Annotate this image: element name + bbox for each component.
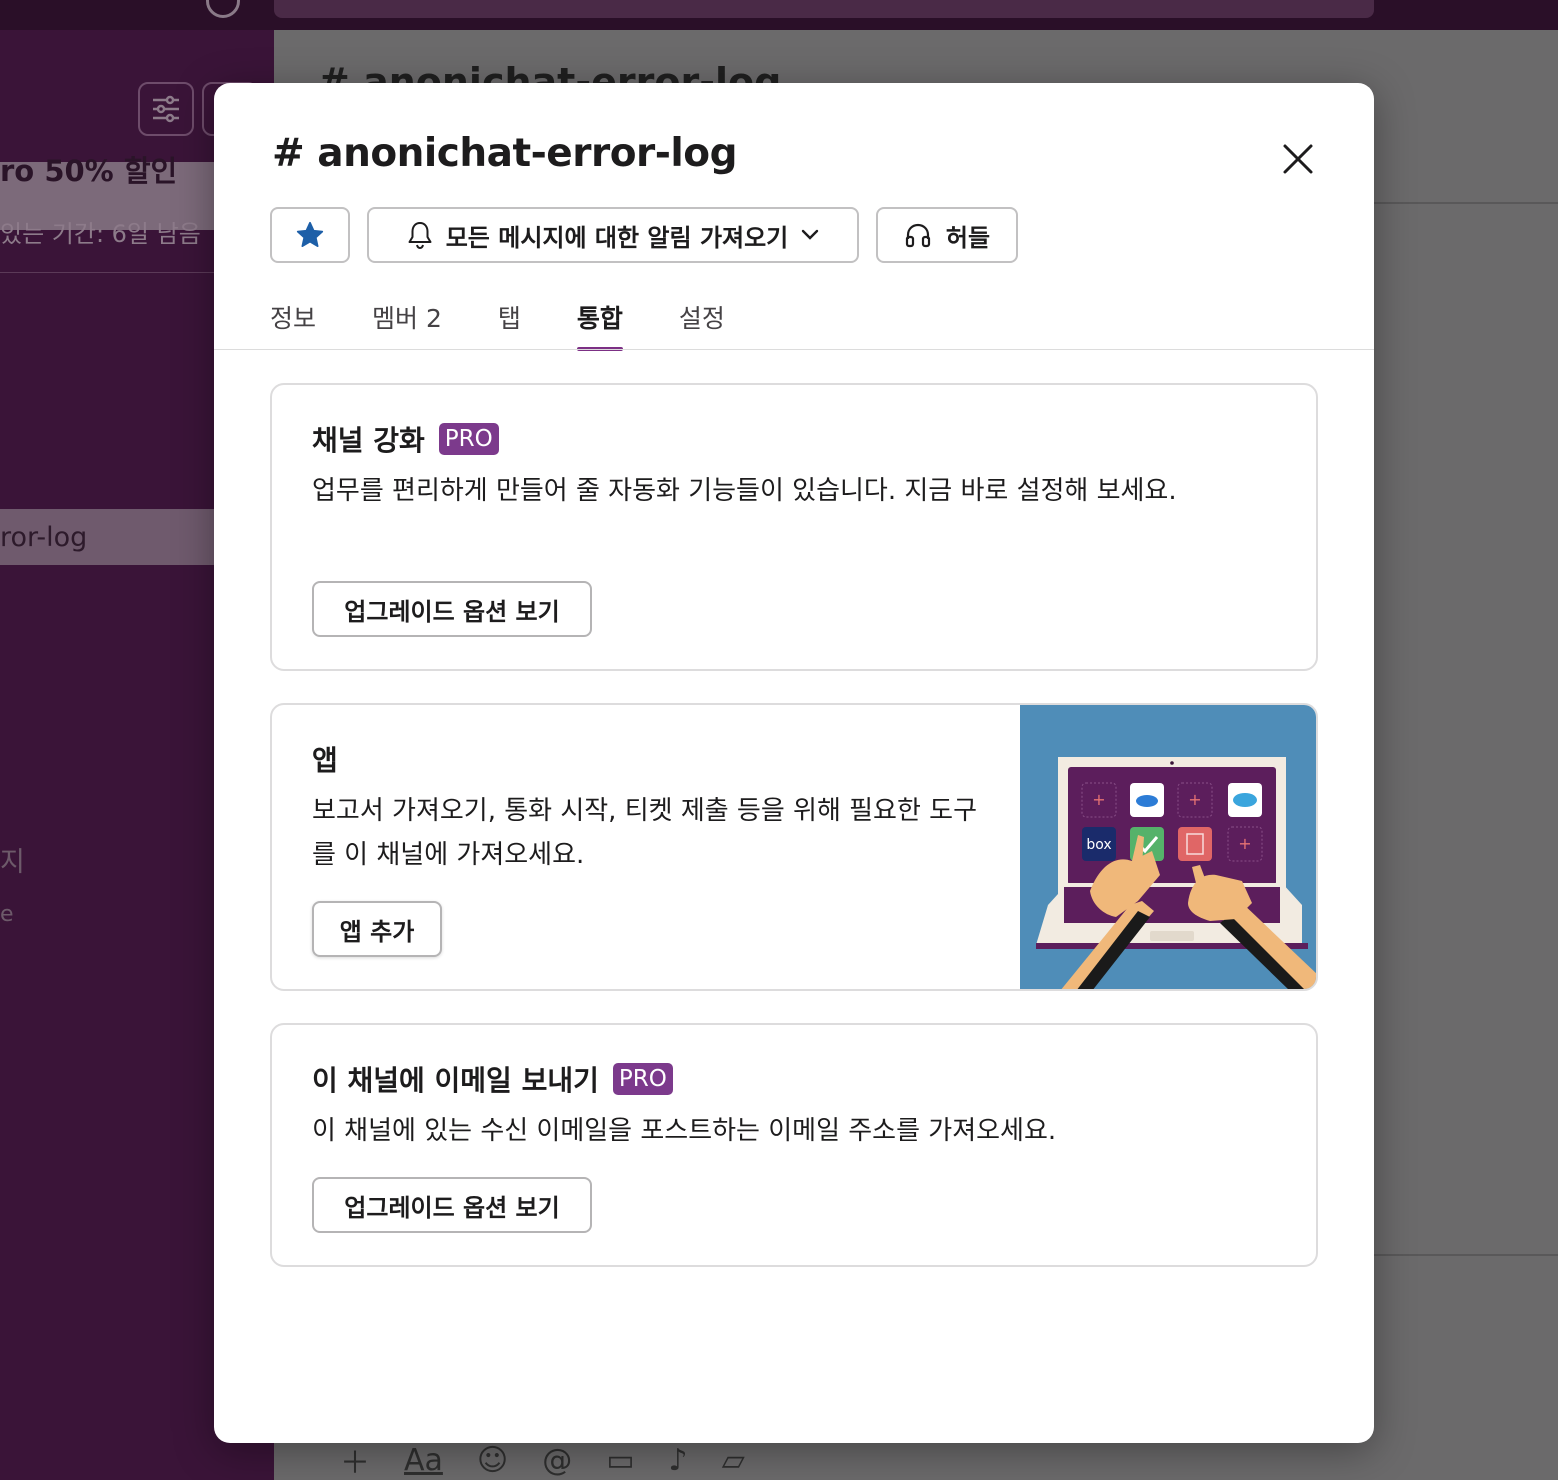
- tab-integrations[interactable]: 통합: [576, 297, 623, 351]
- svg-text:+: +: [1188, 790, 1201, 809]
- notification-settings-label: 모든 메시지에 대한 알림 가져오기: [445, 223, 789, 252]
- tabs-divider: [214, 349, 1374, 350]
- tab-tabs[interactable]: 탭: [498, 297, 521, 351]
- apps-laptop-illustration: + + box +: [1020, 705, 1316, 989]
- sidebar-item-label: 지: [0, 847, 25, 878]
- channel-actions: 모든 메시지에 대한 알림 가져오기 허들: [270, 207, 1018, 263]
- channel-boost-card: 채널 강화 PRO 업무를 편리하게 만들어 줄 자동화 기능들이 있습니다. …: [270, 383, 1318, 671]
- divider: [1374, 1254, 1558, 1256]
- sidebar-divider: [0, 272, 214, 273]
- chevron-down-icon: [802, 229, 819, 240]
- promo-text: ro 50% 할인: [0, 154, 178, 188]
- filter-icon[interactable]: [138, 82, 194, 136]
- view-upgrade-options-button[interactable]: 업그레이드 옵션 보기: [312, 581, 592, 637]
- card-title-text: 이 채널에 이메일 보내기: [312, 1064, 599, 1097]
- card-title-text: 앱: [312, 744, 338, 777]
- view-upgrade-options-button[interactable]: 업그레이드 옵션 보기: [312, 1177, 592, 1233]
- close-button[interactable]: [1272, 133, 1324, 185]
- svg-text:+: +: [1238, 834, 1251, 853]
- sidebar-item-label: e: [0, 902, 14, 927]
- svg-text:+: +: [1092, 790, 1105, 809]
- card-title: 이 채널에 이메일 보내기 PRO: [312, 1059, 673, 1099]
- card-title-text: 채널 강화: [312, 424, 425, 457]
- video-icon[interactable]: ▭: [606, 1443, 634, 1478]
- history-icon[interactable]: [206, 0, 240, 18]
- huddle-button[interactable]: 허들: [876, 207, 1018, 263]
- channel-details-modal: # anonichat-error-log 모든 메시지에 대한 알림 가져오기…: [214, 83, 1374, 1443]
- shortcut-icon[interactable]: ▱: [722, 1443, 745, 1478]
- tab-about[interactable]: 정보: [270, 297, 316, 351]
- card-description: 이 채널에 있는 수신 이메일을 포스트하는 이메일 주소를 가져오세요.: [312, 1116, 1057, 1146]
- email-to-channel-card: 이 채널에 이메일 보내기 PRO 이 채널에 있는 수신 이메일을 포스트하는…: [270, 1023, 1318, 1267]
- star-channel-button[interactable]: [270, 207, 350, 263]
- tab-members[interactable]: 멤버 2: [372, 297, 442, 351]
- emoji-icon[interactable]: ☺: [477, 1443, 508, 1478]
- search-bar[interactable]: [274, 0, 1374, 18]
- tab-settings[interactable]: 설정: [679, 297, 725, 351]
- microphone-icon[interactable]: ♪: [669, 1443, 688, 1478]
- headphones-icon: [905, 223, 931, 248]
- sidebar-item-label: ror-log: [0, 522, 88, 553]
- close-icon: [1283, 144, 1313, 174]
- box-logo-text: box: [1086, 837, 1111, 853]
- formatting-icon[interactable]: Aa: [404, 1443, 443, 1478]
- bell-icon: [408, 222, 432, 249]
- mention-icon[interactable]: @: [542, 1443, 572, 1478]
- card-description: 업무를 편리하게 만들어 줄 자동화 기능들이 있습니다. 지금 바로 설정해 …: [312, 476, 1177, 506]
- card-title: 채널 강화 PRO: [312, 419, 499, 459]
- pro-badge: PRO: [612, 1063, 673, 1095]
- top-bar: [0, 0, 1558, 30]
- star-icon: [296, 221, 324, 247]
- modal-tabs: 정보 멤버 2 탭 통합 설정: [270, 297, 781, 353]
- add-app-button[interactable]: 앱 추가: [312, 901, 442, 957]
- card-title: 앱: [312, 739, 338, 779]
- modal-title: # anonichat-error-log: [272, 131, 738, 176]
- message-composer-toolbar: ＋ Aa ☺ @ ▭ ♪ ▱: [316, 1440, 1316, 1480]
- huddle-label: 허들: [945, 223, 991, 252]
- pro-badge: PRO: [438, 423, 499, 455]
- plus-icon[interactable]: ＋: [340, 1438, 370, 1480]
- apps-card: 앱 보고서 가져오기, 통화 시작, 티켓 제출 등을 위해 필요한 도구를 이…: [270, 703, 1318, 991]
- trial-remaining-text: 있는 기간: 6일 남음: [0, 220, 201, 248]
- card-description: 보고서 가져오기, 통화 시작, 티켓 제출 등을 위해 필요한 도구를 이 채…: [312, 796, 977, 870]
- divider: [1374, 202, 1558, 204]
- notification-settings-button[interactable]: 모든 메시지에 대한 알림 가져오기: [367, 207, 859, 263]
